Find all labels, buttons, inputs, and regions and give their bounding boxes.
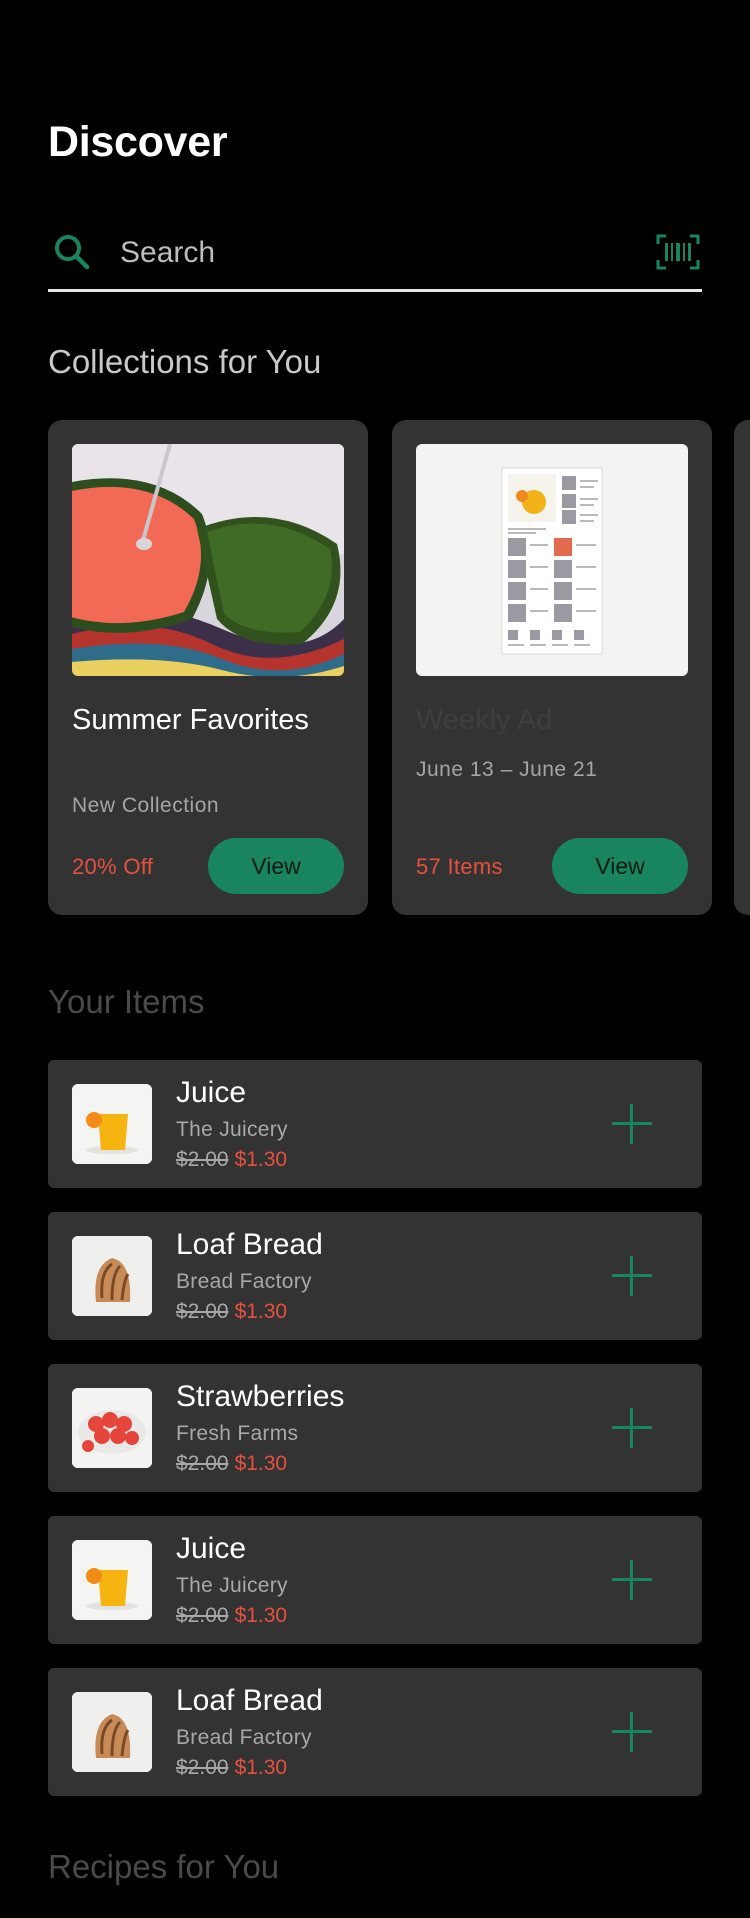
old-price: $2.00 xyxy=(176,1452,229,1475)
items-section-title: Your Items xyxy=(48,983,205,1020)
collection-date-range: June 13 – June 21 xyxy=(416,758,598,781)
weekly-ad-flyer-image xyxy=(416,444,688,676)
list-item[interactable]: Strawberries Fresh Farms $2.00 $1.30 xyxy=(48,1364,702,1492)
item-name: Loaf Bread xyxy=(176,1684,323,1717)
plus-icon[interactable] xyxy=(612,1560,652,1600)
collection-discount: 20% Off xyxy=(72,854,154,879)
list-item[interactable]: Loaf Bread Bread Factory $2.00 $1.30 xyxy=(48,1212,702,1340)
view-button[interactable]: View xyxy=(552,838,688,894)
collection-card-summer[interactable]: Summer Favorites New Collection 20% Off … xyxy=(48,420,368,915)
juice-image xyxy=(72,1084,152,1164)
collections-section-title: Collections for You xyxy=(48,343,322,380)
collection-subtitle: New Collection xyxy=(72,794,220,817)
search-icon xyxy=(55,235,90,270)
item-name: Juice xyxy=(176,1532,247,1565)
sale-price: $1.30 xyxy=(234,1300,288,1323)
sale-price: $1.30 xyxy=(234,1148,288,1171)
item-vendor: The Juicery xyxy=(176,1118,288,1141)
item-price: $2.00 $1.30 xyxy=(176,1756,287,1780)
item-price: $2.00 $1.30 xyxy=(176,1148,287,1172)
sale-price: $1.30 xyxy=(234,1452,288,1475)
list-item[interactable]: Loaf Bread Bread Factory $2.00 $1.30 xyxy=(48,1668,702,1796)
collection-name: Weekly Ad xyxy=(416,704,553,736)
collection-card-partial[interactable] xyxy=(734,420,750,915)
old-price: $2.00 xyxy=(176,1756,229,1779)
collection-name: Summer Favorites xyxy=(72,704,309,736)
item-price: $2.00 $1.30 xyxy=(176,1452,287,1476)
strawberries-image xyxy=(72,1388,152,1468)
collection-card-weekly-ad[interactable]: Weekly Ad June 13 – June 21 57 Items Vie… xyxy=(392,420,712,915)
sale-price: $1.30 xyxy=(234,1604,288,1627)
bread-image xyxy=(72,1236,152,1316)
view-button[interactable]: View xyxy=(208,838,344,894)
old-price: $2.00 xyxy=(176,1300,229,1323)
plus-icon[interactable] xyxy=(612,1256,652,1296)
collection-item-count: 57 Items xyxy=(416,854,503,879)
sale-price: $1.30 xyxy=(234,1756,288,1779)
search-input[interactable] xyxy=(118,230,602,276)
watermelon-image xyxy=(72,444,344,676)
bread-image xyxy=(72,1692,152,1772)
item-vendor: Fresh Farms xyxy=(176,1422,299,1445)
search-bar[interactable] xyxy=(48,222,702,292)
page-title: Discover xyxy=(48,118,228,166)
plus-icon[interactable] xyxy=(612,1408,652,1448)
old-price: $2.00 xyxy=(176,1604,229,1627)
plus-icon[interactable] xyxy=(612,1104,652,1144)
item-vendor: Bread Factory xyxy=(176,1270,312,1293)
item-vendor: The Juicery xyxy=(176,1574,288,1597)
item-vendor: Bread Factory xyxy=(176,1726,312,1749)
item-name: Juice xyxy=(176,1076,247,1109)
recipes-section-title: Recipes for You xyxy=(48,1848,280,1885)
juice-image xyxy=(72,1540,152,1620)
barcode-scan-icon[interactable] xyxy=(656,234,700,270)
item-name: Loaf Bread xyxy=(176,1228,323,1261)
list-item[interactable]: Juice The Juicery $2.00 $1.30 xyxy=(48,1060,702,1188)
item-price: $2.00 $1.30 xyxy=(176,1300,287,1324)
plus-icon[interactable] xyxy=(612,1712,652,1752)
old-price: $2.00 xyxy=(176,1148,229,1171)
list-item[interactable]: Juice The Juicery $2.00 $1.30 xyxy=(48,1516,702,1644)
item-name: Strawberries xyxy=(176,1380,345,1413)
item-price: $2.00 $1.30 xyxy=(176,1604,287,1628)
